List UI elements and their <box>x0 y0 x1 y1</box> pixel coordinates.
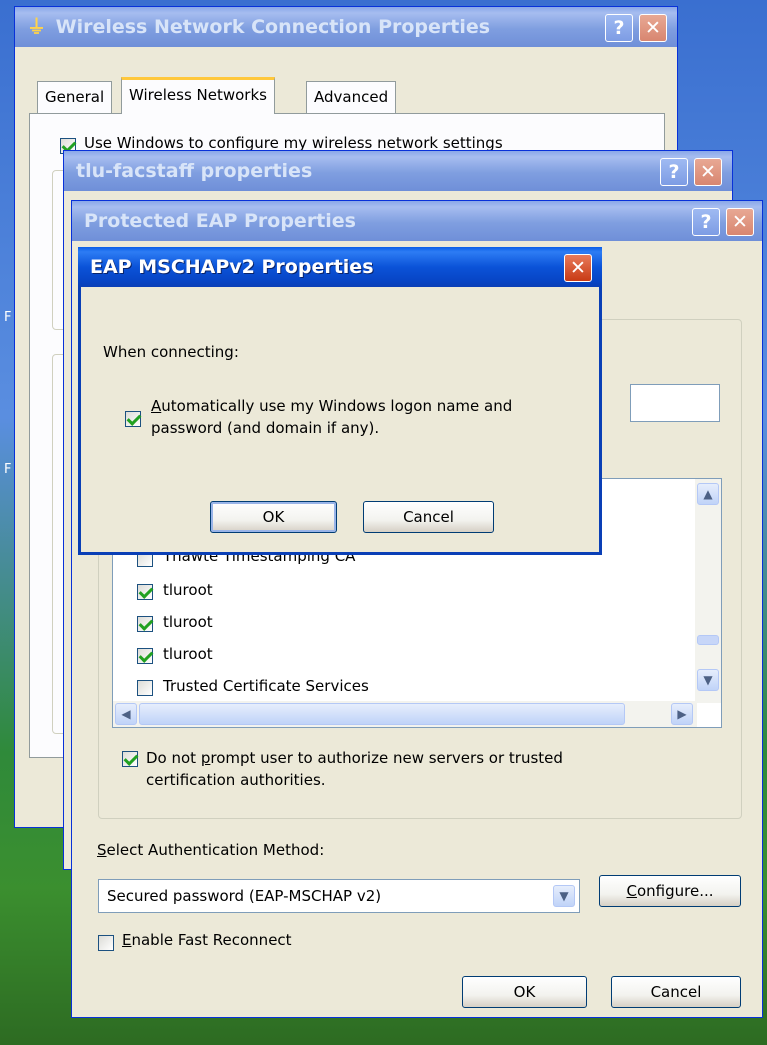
horizontal-scroll-thumb[interactable] <box>139 703 625 725</box>
window-title: tlu-facstaff properties <box>76 160 313 182</box>
horizontal-scrollbar[interactable]: ◀ ▶ <box>113 701 697 727</box>
label-part: elect Authentication Method: <box>106 841 325 859</box>
desktop-icon-label: F <box>4 462 12 477</box>
cert-label: tluroot <box>163 645 213 663</box>
fast-reconnect-checkbox[interactable] <box>98 935 114 951</box>
label-accelerator: A <box>151 397 162 415</box>
window-title: EAP MSCHAPv2 Properties <box>90 256 374 278</box>
wireless-properties-titlebar[interactable]: ⏚ Wireless Network Connection Properties… <box>15 7 677 47</box>
label-accelerator: p <box>200 749 211 767</box>
label-part: password (and domain if any). <box>151 419 380 437</box>
network-connection-icon: ⏚ <box>27 16 47 38</box>
mschapv2-properties-window: EAP MSCHAPv2 Properties ✕ When connectin… <box>78 247 602 555</box>
scroll-right-icon[interactable]: ▶ <box>671 703 693 725</box>
close-button[interactable]: ✕ <box>564 254 592 282</box>
cert-checkbox[interactable] <box>137 680 153 696</box>
label-part: certification authorities. <box>146 771 326 789</box>
scroll-left-icon[interactable]: ◀ <box>115 703 137 725</box>
help-button[interactable]: ? <box>660 158 688 186</box>
cert-checkbox[interactable] <box>137 616 153 632</box>
tab-advanced[interactable]: Advanced <box>306 81 397 113</box>
label-accelerator: S <box>97 841 107 859</box>
scroll-down-icon[interactable]: ▼ <box>697 669 719 691</box>
chevron-down-icon[interactable]: ▼ <box>553 885 575 907</box>
fast-reconnect-label: Enable Fast Reconnect <box>122 931 292 949</box>
label-accelerator: C <box>626 882 637 900</box>
close-button[interactable]: ✕ <box>694 158 722 186</box>
ok-button[interactable]: OK <box>210 501 337 533</box>
configure-button[interactable]: Configure... <box>599 875 741 907</box>
mschapv2-titlebar[interactable]: EAP MSCHAPv2 Properties ✕ <box>78 247 602 287</box>
tlu-facstaff-titlebar[interactable]: tlu-facstaff properties ? ✕ <box>64 151 732 191</box>
auto-logon-label: Automatically use my Windows logon name … <box>151 395 512 439</box>
help-button[interactable]: ? <box>692 208 720 236</box>
auto-logon-checkbox[interactable] <box>125 411 141 427</box>
vertical-scrollbar[interactable]: ▲ ▼ <box>695 479 721 703</box>
label-part: rompt user to authorize new servers or t… <box>210 749 563 767</box>
desktop-icon-label: F <box>4 310 12 325</box>
select-auth-method-label: Select Authentication Method: <box>97 841 324 859</box>
ok-button[interactable]: OK <box>462 976 587 1008</box>
cert-label: tluroot <box>163 581 213 599</box>
window-title: Wireless Network Connection Properties <box>55 16 491 38</box>
do-not-prompt-label: Do not prompt user to authorize new serv… <box>146 747 563 791</box>
auth-method-value: Secured password (EAP-MSCHAP v2) <box>107 887 382 905</box>
cert-checkbox[interactable] <box>137 648 153 664</box>
label-part: Do not <box>146 749 201 767</box>
scroll-up-icon[interactable]: ▲ <box>697 483 719 505</box>
close-button[interactable]: ✕ <box>639 14 667 42</box>
tab-general[interactable]: General <box>37 81 113 113</box>
cancel-button[interactable]: Cancel <box>363 501 494 533</box>
close-button[interactable]: ✕ <box>726 208 754 236</box>
label-part: onfigure... <box>636 882 714 900</box>
cert-label: Trusted Certificate Services <box>163 677 369 695</box>
window-title: Protected EAP Properties <box>84 210 356 232</box>
auth-method-select[interactable]: Secured password (EAP-MSCHAP v2) ▼ <box>98 879 580 913</box>
peap-titlebar[interactable]: Protected EAP Properties ? ✕ <box>72 201 762 241</box>
do-not-prompt-checkbox[interactable] <box>122 751 138 767</box>
connect-to-servers-field[interactable] <box>630 384 720 422</box>
vertical-scroll-thumb[interactable] <box>697 635 719 645</box>
label-part: nable Fast Reconnect <box>131 931 292 949</box>
tab-wireless-networks[interactable]: Wireless Networks <box>121 77 275 114</box>
cert-label: tluroot <box>163 613 213 631</box>
help-button[interactable]: ? <box>605 14 633 42</box>
cancel-button[interactable]: Cancel <box>611 976 741 1008</box>
when-connecting-label: When connecting: <box>103 343 239 361</box>
cert-checkbox[interactable] <box>137 584 153 600</box>
label-part: utomatically use my Windows logon name a… <box>161 397 513 415</box>
